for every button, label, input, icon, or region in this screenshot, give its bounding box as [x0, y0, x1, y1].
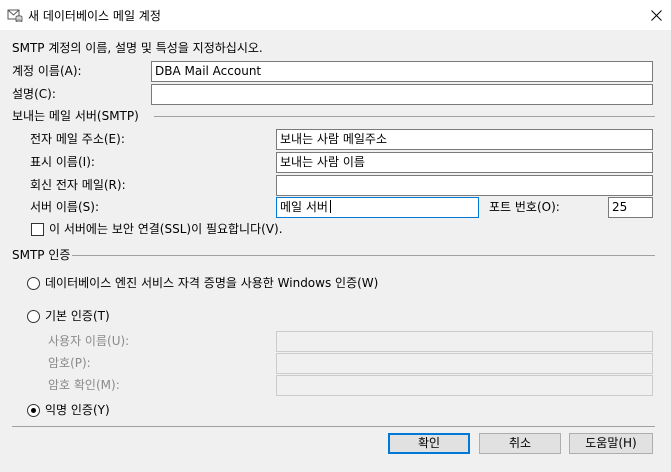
- server-name-value: 메일 서버: [280, 200, 328, 214]
- password-input[interactable]: [276, 353, 653, 374]
- smtp-server-separator: [154, 116, 655, 117]
- basic-auth-radio[interactable]: [27, 310, 40, 323]
- username-input[interactable]: [276, 331, 653, 352]
- title-bar: 새 데이터베이스 메일 계정: [0, 0, 671, 30]
- text-cursor: [329, 200, 331, 213]
- windows-auth-radio[interactable]: [27, 277, 40, 290]
- email-address-label: 전자 메일 주소(E):: [30, 132, 125, 146]
- database-mail-icon: [7, 9, 23, 22]
- window-title: 새 데이터베이스 메일 계정: [28, 9, 161, 23]
- close-button[interactable]: [642, 0, 671, 30]
- description-input[interactable]: [151, 84, 653, 105]
- server-name-label: 서버 이름(S):: [30, 200, 99, 214]
- display-name-input[interactable]: 보내는 사람 이름: [276, 152, 653, 173]
- port-label: 포트 번호(O):: [489, 200, 560, 214]
- basic-auth-label: 기본 인증(T): [45, 309, 110, 323]
- windows-auth-label: 데이터베이스 엔진 서비스 자격 증명을 사용한 Windows 인증(W): [45, 276, 379, 290]
- cancel-button[interactable]: 취소: [479, 433, 561, 454]
- anonymous-auth-label: 익명 인증(Y): [45, 403, 110, 417]
- help-button[interactable]: 도움말(H): [569, 433, 653, 454]
- account-name-label: 계정 이름(A):: [12, 64, 82, 78]
- confirm-password-input[interactable]: [276, 375, 653, 396]
- radio-selected-dot: [31, 408, 36, 413]
- ssl-checkbox[interactable]: [31, 223, 44, 236]
- anonymous-auth-radio[interactable]: [27, 404, 40, 417]
- port-input[interactable]: 25: [608, 197, 653, 218]
- smtp-auth-group-label: SMTP 인증: [12, 248, 71, 262]
- bottom-separator: [12, 426, 655, 427]
- account-name-input[interactable]: DBA Mail Account: [151, 61, 653, 82]
- server-name-input[interactable]: 메일 서버: [276, 197, 479, 218]
- smtp-server-group-label: 보내는 메일 서버(SMTP): [12, 109, 139, 123]
- display-name-label: 표시 이름(I):: [30, 155, 95, 169]
- password-label: 암호(P):: [48, 356, 91, 370]
- reply-email-label: 회신 전자 메일(R):: [30, 178, 126, 192]
- ok-button[interactable]: 확인: [388, 433, 470, 454]
- intro-text: SMTP 계정의 이름, 설명 및 특성을 지정하십시오.: [12, 41, 263, 55]
- description-label: 설명(C):: [12, 87, 56, 101]
- close-icon: [651, 9, 662, 21]
- smtp-auth-separator: [72, 255, 655, 256]
- email-address-input[interactable]: 보내는 사람 메일주소: [276, 129, 653, 150]
- reply-email-input[interactable]: [276, 175, 653, 196]
- confirm-password-label: 암호 확인(M):: [48, 378, 120, 392]
- ssl-checkbox-label: 이 서버에는 보안 연결(SSL)이 필요합니다(V).: [49, 222, 283, 236]
- username-label: 사용자 이름(U):: [48, 334, 130, 348]
